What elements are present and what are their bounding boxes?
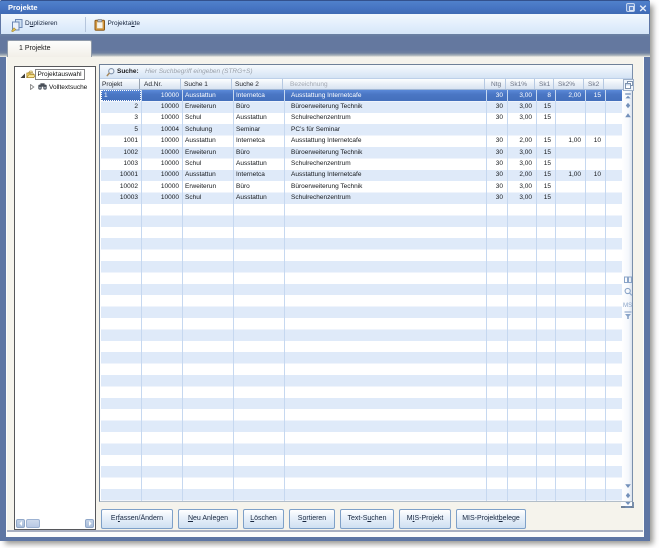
svg-text:MS: MS	[623, 302, 632, 309]
